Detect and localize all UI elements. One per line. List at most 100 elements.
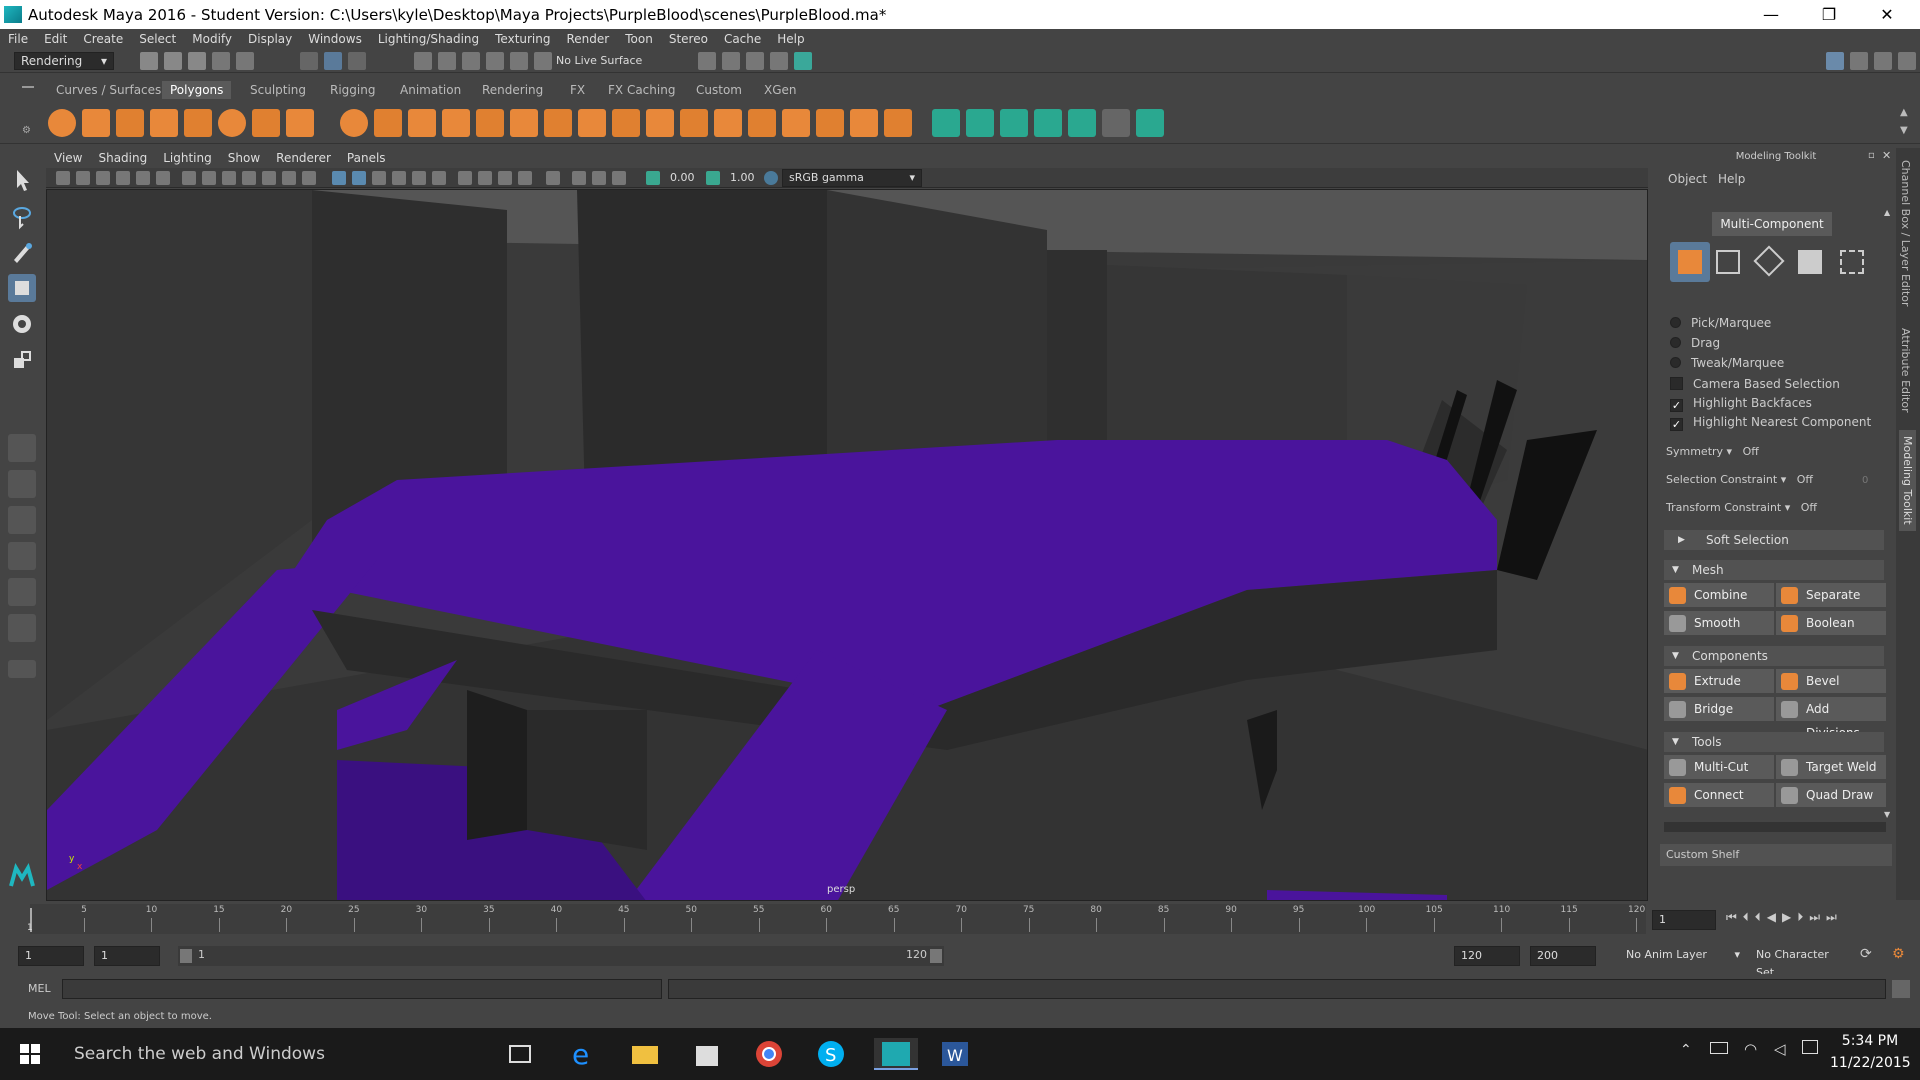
extrude-shelf-icon[interactable]	[578, 109, 606, 137]
layout-collapse-icon[interactable]	[8, 660, 36, 678]
poly-plane-icon[interactable]	[184, 109, 212, 137]
poly-pipe-icon[interactable]	[286, 109, 314, 137]
poly-cylinder-icon[interactable]	[116, 109, 144, 137]
grease-pencil-icon[interactable]	[156, 171, 170, 185]
hypershade-layout-icon[interactable]	[8, 578, 36, 606]
range-handle-left[interactable]	[180, 949, 192, 963]
grid-toggle-icon[interactable]	[182, 171, 196, 185]
safe-title-icon[interactable]	[302, 171, 316, 185]
menu-file[interactable]: File	[0, 32, 36, 46]
extrude-button[interactable]: Extrude	[1664, 669, 1774, 693]
motion-blur-icon[interactable]	[478, 171, 492, 185]
field-chart-icon[interactable]	[262, 171, 276, 185]
tab-rendering[interactable]: Rendering	[474, 81, 551, 99]
fill-hole-shelf-icon[interactable]	[714, 109, 742, 137]
tools-section[interactable]: ▼ Tools	[1664, 732, 1884, 752]
transform-constraint-row[interactable]: Transform Constraint ▾ Off	[1666, 501, 1817, 514]
custom-layout-icon[interactable]	[8, 614, 36, 642]
wireframe-on-shaded-icon[interactable]	[372, 171, 386, 185]
volume-icon[interactable]: ◁	[1774, 1040, 1786, 1058]
channel-box-toggle-icon[interactable]	[1898, 52, 1916, 70]
hypershade-icon[interactable]	[770, 52, 788, 70]
combine-button[interactable]: Combine	[1664, 583, 1774, 607]
live-surface-label[interactable]: No Live Surface	[556, 54, 642, 67]
taskbar-search[interactable]: Search the web and Windows	[60, 1028, 490, 1080]
character-set-dropdown[interactable]: No Character Set	[1750, 946, 1850, 979]
menu-modify[interactable]: Modify	[184, 32, 240, 46]
render-frame-icon[interactable]	[698, 52, 716, 70]
poly-cone-icon[interactable]	[150, 109, 178, 137]
undo-icon[interactable]	[212, 52, 230, 70]
colorspace-dropdown[interactable]: sRGB gamma ▾	[782, 169, 922, 187]
object-mode-icon[interactable]	[1670, 242, 1710, 282]
soft-selection-section[interactable]: ▶ Soft Selection	[1664, 530, 1884, 550]
vp-menu-shading[interactable]: Shading	[90, 151, 155, 165]
range-handle-right[interactable]	[930, 949, 942, 963]
end-time-field[interactable]: 200	[1530, 946, 1596, 966]
script-editor-icon[interactable]	[1892, 980, 1910, 998]
vp-menu-renderer[interactable]: Renderer	[268, 151, 339, 165]
edge-browser-icon[interactable]: e	[566, 1038, 600, 1071]
lasso-tool-icon[interactable]	[8, 202, 36, 230]
xray-icon[interactable]	[572, 171, 586, 185]
poly-pyramid-icon[interactable]	[252, 109, 280, 137]
word-icon[interactable]: W	[938, 1038, 972, 1070]
components-section[interactable]: ▼ Components	[1664, 646, 1884, 666]
vp-menu-show[interactable]: Show	[220, 151, 268, 165]
time-slider[interactable]: 1 5 10 15 20 25 30 35 40 45 50 55 60 65 70 75 80 85 90 95 1…	[0, 902, 1920, 936]
vp-menu-lighting[interactable]: Lighting	[155, 151, 220, 165]
quad-draw-shelf-icon[interactable]	[850, 109, 878, 137]
tab-polygons[interactable]: Polygons	[162, 81, 232, 99]
new-scene-icon[interactable]	[140, 52, 158, 70]
snap-grid-icon[interactable]	[414, 52, 432, 70]
menu-select[interactable]: Select	[131, 32, 184, 46]
bookmark-icon[interactable]	[96, 171, 110, 185]
snap-vertex-icon[interactable]	[534, 52, 552, 70]
highlight-nearest-checkbox[interactable]: ✓ Highlight Nearest Component	[1670, 415, 1871, 431]
smooth-shade-icon[interactable]	[352, 171, 366, 185]
menu-texturing[interactable]: Texturing	[487, 32, 558, 46]
perspective-viewport[interactable]: y x persp	[46, 189, 1648, 901]
textured-icon[interactable]	[392, 171, 406, 185]
poly-cube-icon[interactable]	[82, 109, 110, 137]
file-explorer-icon[interactable]	[628, 1038, 662, 1070]
shelf-scroll-up-icon[interactable]: ▲	[1900, 107, 1908, 118]
scroll-up-icon[interactable]: ▲	[1884, 208, 1890, 217]
smooth-button[interactable]: Smooth	[1664, 611, 1774, 635]
extract-shelf-icon[interactable]	[408, 109, 436, 137]
append-shelf-icon[interactable]	[680, 109, 708, 137]
exposure-value[interactable]: 0.00	[670, 171, 695, 184]
playback-controls[interactable]: ⏮⏴⏴◀▶⏵⏭⏭	[1726, 910, 1843, 925]
select-tool-icon[interactable]	[8, 166, 36, 194]
tab-animation[interactable]: Animation	[392, 81, 469, 99]
mel-input[interactable]	[62, 979, 662, 999]
uv-mode-icon[interactable]	[1840, 250, 1864, 274]
menu-windows[interactable]: Windows	[300, 32, 370, 46]
boolean-button[interactable]: Boolean	[1776, 611, 1886, 635]
shelf-scroll-down-icon[interactable]: ▼	[1900, 125, 1908, 136]
bridge-button[interactable]: Bridge	[1664, 697, 1774, 721]
edge-mode-icon[interactable]	[1753, 245, 1785, 277]
camera-attr-icon[interactable]	[76, 171, 90, 185]
clock-time[interactable]: 5:34 PM	[1830, 1033, 1910, 1049]
menu-cache[interactable]: Cache	[716, 32, 769, 46]
playback-start-field[interactable]: 1	[94, 946, 160, 966]
auto-key-icon[interactable]: ⟳	[1860, 946, 1872, 962]
tab-fx[interactable]: FX	[562, 81, 593, 99]
move-tool-icon[interactable]	[8, 274, 36, 302]
bevel-button[interactable]: Bevel	[1776, 669, 1886, 693]
rotate-tool-icon[interactable]	[8, 310, 36, 338]
smooth-shelf-icon[interactable]	[442, 109, 470, 137]
tab-curves-surfaces[interactable]: Curves / Surfaces	[48, 81, 169, 99]
menu-stereo[interactable]: Stereo	[661, 32, 716, 46]
shelf-settings-icon[interactable]: ⚙	[22, 125, 31, 136]
mirror-shelf-icon[interactable]	[646, 109, 674, 137]
connect-button[interactable]: Connect	[1664, 783, 1774, 807]
camera-based-selection-checkbox[interactable]: Camera Based Selection	[1670, 377, 1840, 391]
current-frame-field[interactable]: 1	[1652, 910, 1716, 930]
toolkit-menu-help[interactable]: Help	[1718, 172, 1745, 186]
preferences-icon[interactable]: ⚙	[1892, 946, 1905, 962]
windows-start-icon[interactable]	[20, 1044, 40, 1064]
render-view-icon[interactable]	[794, 52, 812, 70]
outliner-icon[interactable]	[1850, 52, 1868, 70]
